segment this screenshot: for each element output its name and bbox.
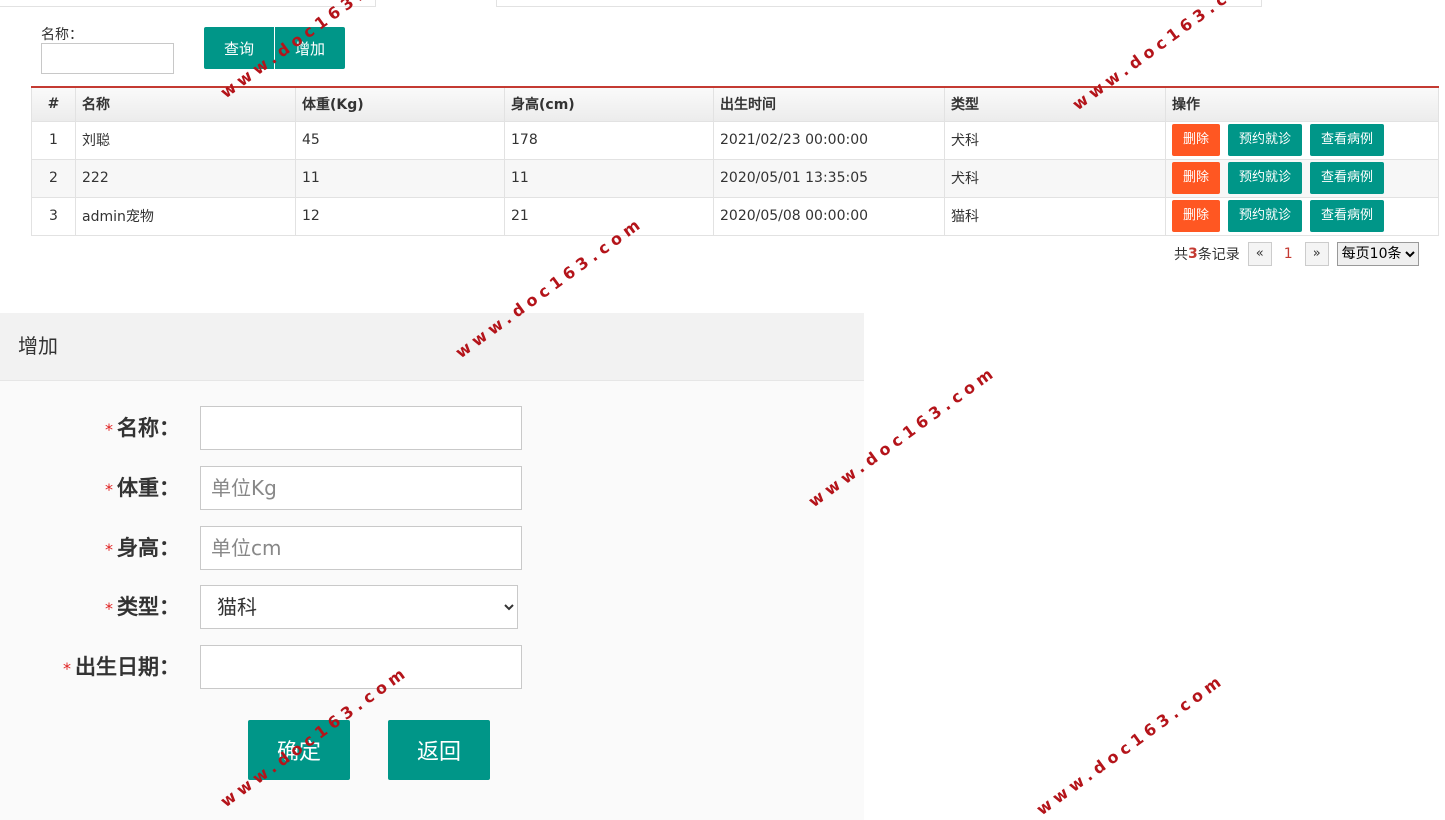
pager-suffix: 条记录 <box>1197 247 1240 263</box>
name-field[interactable] <box>200 406 522 450</box>
cell-birth: 2020/05/08 00:00:00 <box>713 196 945 236</box>
delete-button[interactable]: 删除 <box>1172 200 1220 232</box>
page-size-select[interactable]: 每页10条 <box>1336 242 1419 266</box>
pager-prev-button[interactable]: « <box>1247 242 1272 266</box>
required-mark: * <box>105 480 113 499</box>
required-mark: * <box>63 659 71 678</box>
appointment-button[interactable]: 预约就诊 <box>1228 124 1302 156</box>
birth-date-field[interactable] <box>200 645 522 689</box>
view-cases-button[interactable]: 查看病例 <box>1310 200 1384 232</box>
col-header-index: # <box>31 86 76 122</box>
top-panel-edge-right <box>496 0 1262 7</box>
appointment-button[interactable]: 预约就诊 <box>1228 200 1302 232</box>
pager-total-count: 3 <box>1188 246 1198 262</box>
cell-index: 2 <box>31 158 76 198</box>
delete-button[interactable]: 删除 <box>1172 124 1220 156</box>
add-form-title: 增加 <box>0 313 864 381</box>
search-name-label: 名称： <box>41 27 83 43</box>
cell-index: 3 <box>31 196 76 236</box>
cell-type: 犬科 <box>944 158 1166 198</box>
required-mark: * <box>105 420 113 439</box>
cell-actions: 删除 预约就诊 查看病例 <box>1165 120 1439 160</box>
pager-prefix: 共 <box>1174 247 1188 263</box>
cell-name: admin宠物 <box>75 196 296 236</box>
table-row: 3 admin宠物 12 21 2020/05/08 00:00:00 猫科 删… <box>31 196 1439 236</box>
col-header-type: 类型 <box>944 86 1166 122</box>
cell-type: 犬科 <box>944 120 1166 160</box>
top-panel-edge-left <box>0 0 376 7</box>
cell-weight: 12 <box>295 196 505 236</box>
pagination: 共 3 条记录 « 1 » 每页10条 <box>1174 241 1419 267</box>
cell-birth: 2020/05/01 13:35:05 <box>713 158 945 198</box>
query-button[interactable]: 查询 <box>204 27 274 69</box>
cell-weight: 45 <box>295 120 505 160</box>
cell-height: 21 <box>504 196 714 236</box>
form-row-height: * 身高： <box>0 526 864 570</box>
col-header-actions: 操作 <box>1165 86 1439 122</box>
cell-height: 178 <box>504 120 714 160</box>
cell-actions: 删除 预约就诊 查看病例 <box>1165 158 1439 198</box>
form-row-name: * 名称： <box>0 406 864 450</box>
table-header-row: # 名称 体重(Kg) 身高(cm) 出生时间 类型 操作 <box>31 86 1439 122</box>
weight-field-label: * 体重： <box>105 476 180 500</box>
table-row: 2 222 11 11 2020/05/01 13:35:05 犬科 删除 预约就… <box>31 158 1439 198</box>
pet-table: # 名称 体重(Kg) 身高(cm) 出生时间 类型 操作 1 刘聪 45 17… <box>31 86 1439 236</box>
cell-height: 11 <box>504 158 714 198</box>
required-mark: * <box>105 540 113 559</box>
view-cases-button[interactable]: 查看病例 <box>1310 162 1384 194</box>
cell-name: 刘聪 <box>75 120 296 160</box>
cell-birth: 2021/02/23 00:00:00 <box>713 120 945 160</box>
confirm-button[interactable]: 确定 <box>248 720 350 780</box>
cell-index: 1 <box>31 120 76 160</box>
weight-field[interactable] <box>200 466 522 510</box>
back-button[interactable]: 返回 <box>388 720 490 780</box>
col-header-height: 身高(cm) <box>504 86 714 122</box>
pager-next-button[interactable]: » <box>1304 242 1329 266</box>
birth-field-label: * 出生日期： <box>63 655 180 679</box>
type-select[interactable]: 猫科 <box>200 585 518 629</box>
cell-type: 猫科 <box>944 196 1166 236</box>
name-field-label: * 名称： <box>105 416 180 440</box>
cell-weight: 11 <box>295 158 505 198</box>
form-row-weight: * 体重： <box>0 466 864 510</box>
col-header-weight: 体重(Kg) <box>295 86 505 122</box>
search-name-input[interactable] <box>41 43 174 74</box>
required-mark: * <box>105 599 113 618</box>
table-row: 1 刘聪 45 178 2021/02/23 00:00:00 犬科 删除 预约就… <box>31 120 1439 160</box>
height-field[interactable] <box>200 526 522 570</box>
appointment-button[interactable]: 预约就诊 <box>1228 162 1302 194</box>
form-row-type: * 类型： 猫科 <box>0 585 864 629</box>
col-header-birth: 出生时间 <box>713 86 945 122</box>
view-cases-button[interactable]: 查看病例 <box>1310 124 1384 156</box>
cell-actions: 删除 预约就诊 查看病例 <box>1165 196 1439 236</box>
pager-current-page[interactable]: 1 <box>1284 246 1293 262</box>
height-field-label: * 身高： <box>105 536 180 560</box>
delete-button[interactable]: 删除 <box>1172 162 1220 194</box>
add-button[interactable]: 增加 <box>275 27 345 69</box>
form-row-birth: * 出生日期： <box>0 645 864 689</box>
add-form-panel: 增加 *名称： *体重： *身高： *类型： 猫科 *出生日期： 确定 返回 <box>0 313 864 820</box>
col-header-name: 名称 <box>75 86 296 122</box>
cell-name: 222 <box>75 158 296 198</box>
type-field-label: * 类型： <box>105 595 180 619</box>
watermark: www.doc163.com <box>1032 669 1229 819</box>
